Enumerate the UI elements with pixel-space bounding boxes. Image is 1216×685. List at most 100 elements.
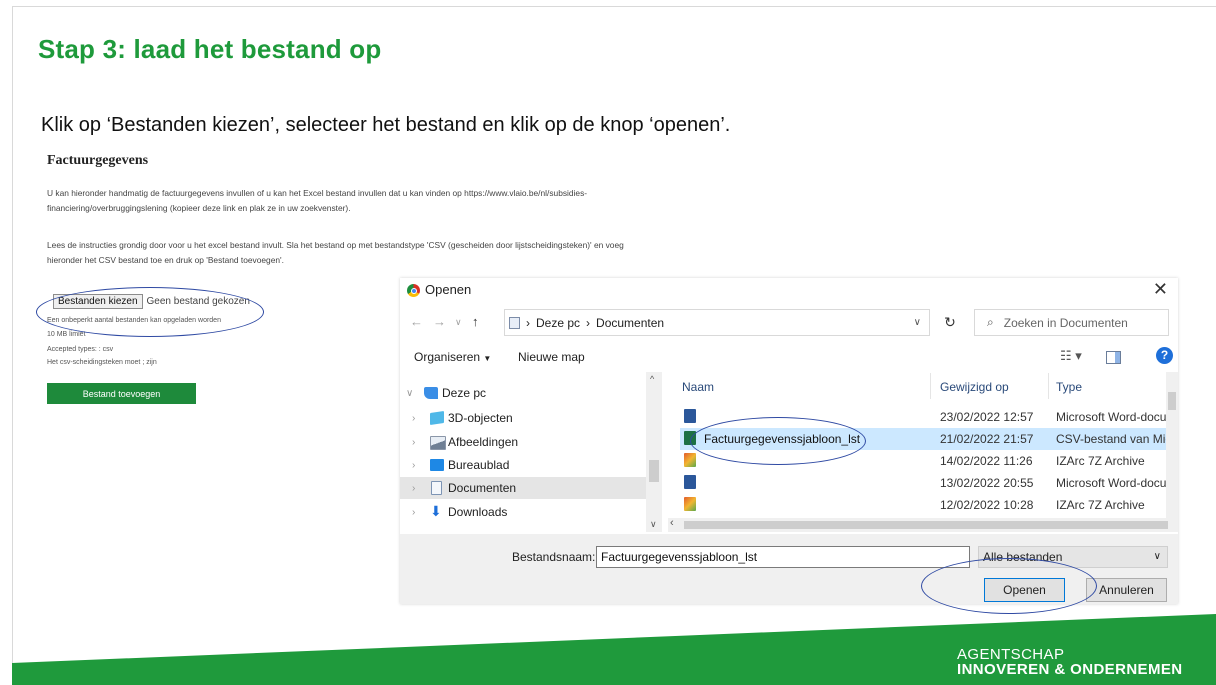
form-heading: Factuurgegevens <box>47 153 149 168</box>
file-row-selected[interactable]: Factuurgegevenssjabloon_lst 21/02/2022 2… <box>680 428 1166 450</box>
tree-label: Documenten <box>448 481 517 495</box>
tree-label: Downloads <box>448 505 508 519</box>
filename-input[interactable]: Factuurgegevenssjabloon_lst <box>596 546 970 568</box>
file-modified: 21/02/2022 21:57 <box>940 432 1034 446</box>
up-arrow-icon[interactable]: ↑ <box>472 314 479 329</box>
upload-note-limit: 10 MB limiet <box>47 331 86 338</box>
brand-line-2: INNOVEREN & ONDERNEMEN <box>957 661 1183 678</box>
choose-files-button[interactable]: Bestanden kiezen <box>53 294 143 309</box>
archive-icon <box>684 453 696 467</box>
pc-icon <box>424 387 438 399</box>
breadcrumb-deze-pc[interactable]: Deze pc <box>536 316 580 330</box>
cancel-button[interactable]: Annuleren <box>1086 578 1167 602</box>
dialog-bottom-bar: Bestandsnaam: Factuurgegevenssjabloon_ls… <box>400 534 1178 604</box>
no-file-chosen-text: Geen bestand gekozen <box>146 296 250 307</box>
address-chevron-down-icon[interactable]: ∨ <box>914 317 921 328</box>
tree-label: Deze pc <box>442 386 487 400</box>
upload-note-types: Accepted types: : csv <box>47 346 114 353</box>
recent-chevron-icon[interactable]: ∨ <box>455 317 462 328</box>
folder-icon <box>509 316 520 329</box>
file-type: CSV-bestand van Microsoft Excel <box>1056 432 1166 446</box>
column-header-name[interactable]: Naam <box>682 380 714 394</box>
horizontal-scrollbar[interactable]: ‹ <box>668 517 1178 532</box>
address-bar[interactable]: › Deze pc › Documenten ∨ <box>504 309 930 336</box>
breadcrumb-documenten[interactable]: Documenten <box>596 316 664 330</box>
file-row[interactable]: 13/02/2022 20:55 Microsoft Word-document <box>680 472 1166 494</box>
documents-icon <box>431 481 442 495</box>
file-type: Microsoft Word-document <box>1056 410 1166 424</box>
column-divider <box>1048 373 1049 399</box>
add-file-button[interactable]: Bestand toevoegen <box>47 383 196 404</box>
file-name: Factuurgegevenssjabloon_lst <box>704 432 861 446</box>
chrome-icon <box>407 284 420 297</box>
close-icon[interactable]: ✕ <box>1153 279 1168 300</box>
file-modified: 13/02/2022 20:55 <box>940 476 1034 490</box>
forward-arrow-icon[interactable]: → <box>433 314 446 329</box>
horizontal-scroll-thumb[interactable] <box>684 521 1168 529</box>
scroll-down-icon[interactable]: ∨ <box>650 519 657 530</box>
back-arrow-icon[interactable]: ← <box>410 314 423 329</box>
collapse-chevron-icon[interactable]: › <box>412 437 415 448</box>
column-header-modified[interactable]: Gewijzigd op <box>940 380 1009 394</box>
search-icon: ⌕ <box>987 315 994 329</box>
scroll-up-icon[interactable]: ^ <box>650 374 654 384</box>
help-icon[interactable]: ? <box>1156 347 1173 364</box>
tree-item-documenten[interactable]: › Documenten <box>400 477 646 499</box>
column-divider <box>930 373 931 399</box>
open-button[interactable]: Openen <box>984 578 1065 602</box>
organize-menu[interactable]: Organiseren ▼ <box>414 350 491 364</box>
scroll-left-icon[interactable]: ‹ <box>670 517 674 529</box>
form-paragraph-2: Lees de instructies grondig door voor u … <box>47 238 847 268</box>
file-row[interactable]: 23/02/2022 12:57 Microsoft Word-document <box>680 406 1166 428</box>
search-input[interactable]: ⌕ Zoeken in Documenten <box>974 309 1169 336</box>
navigation-scroll-thumb[interactable] <box>649 460 659 482</box>
caret-down-icon: ▼ <box>483 354 492 363</box>
upload-note-separator: Het csv-scheidingsteken moet ; zijn <box>47 359 157 366</box>
tree-label: Bureaublad <box>448 458 510 472</box>
navigation-pane: ∨ Deze pc › 3D-objecten › Afbeeldingen ›… <box>400 372 664 532</box>
tree-item-3d-objecten[interactable]: › 3D-objecten <box>400 407 646 429</box>
collapse-chevron-icon[interactable]: › <box>412 460 415 471</box>
tree-label: 3D-objecten <box>448 411 513 425</box>
file-modified: 12/02/2022 10:28 <box>940 498 1034 512</box>
filetype-value: Alle bestanden <box>983 550 1063 564</box>
word-icon <box>684 475 696 489</box>
filetype-select[interactable]: Alle bestanden ∨ <box>978 546 1168 568</box>
slide-instruction: Klik op ‘Bestanden kiezen’, selecteer he… <box>41 114 731 136</box>
form-paragraph-1-line-1: U kan hieronder handmatig de factuurgege… <box>47 188 588 198</box>
form-paragraph-1: U kan hieronder handmatig de factuurgege… <box>47 186 847 216</box>
cube-icon <box>430 411 444 425</box>
download-icon: ⬇ <box>430 503 442 519</box>
tree-item-deze-pc[interactable]: ∨ Deze pc <box>400 382 646 404</box>
file-row[interactable]: 14/02/2022 11:26 IZArc 7Z Archive <box>680 450 1166 472</box>
archive-icon <box>684 497 696 511</box>
file-list-scrollbar[interactable] <box>1166 372 1178 518</box>
column-header-type[interactable]: Type <box>1056 380 1082 394</box>
dialog-title: Openen <box>425 282 472 297</box>
refresh-icon[interactable]: ↻ <box>936 309 964 336</box>
form-paragraph-1-line-2: financiering/overbruggingslening (kopiee… <box>47 203 351 213</box>
tree-item-afbeeldingen[interactable]: › Afbeeldingen <box>400 431 646 453</box>
file-type: Microsoft Word-document <box>1056 476 1166 490</box>
file-list: Naam Gewijzigd op Type 23/02/2022 12:57 … <box>668 372 1178 532</box>
address-row: ← → ∨ ↑ › Deze pc › Documenten ∨ ↻ ⌕ Zoe… <box>400 308 1178 338</box>
tree-item-bureaublad[interactable]: › Bureaublad <box>400 454 646 476</box>
form-paragraph-2-line-1: Lees de instructies grondig door voor u … <box>47 240 624 250</box>
tree-label: Afbeeldingen <box>448 435 519 449</box>
file-list-scroll-thumb[interactable] <box>1168 392 1176 410</box>
file-row[interactable]: 12/02/2022 10:28 IZArc 7Z Archive <box>680 494 1166 516</box>
filename-label: Bestandsnaam: <box>512 550 596 564</box>
open-file-dialog: Openen ✕ ← → ∨ ↑ › Deze pc › Documenten … <box>400 278 1178 604</box>
view-options-icon[interactable]: ☷ ▾ <box>1060 348 1082 364</box>
organize-label: Organiseren <box>414 350 481 364</box>
file-modified: 14/02/2022 11:26 <box>940 454 1033 468</box>
collapse-chevron-icon[interactable]: › <box>412 507 415 518</box>
desktop-icon <box>430 459 444 471</box>
new-folder-button[interactable]: Nieuwe map <box>518 350 585 364</box>
preview-pane-icon[interactable] <box>1106 351 1121 364</box>
collapse-chevron-icon[interactable]: › <box>412 483 415 494</box>
collapse-chevron-icon[interactable]: › <box>412 413 415 424</box>
navigation-scrollbar[interactable]: ^ ∨ <box>646 372 662 532</box>
tree-item-downloads[interactable]: › ⬇ Downloads <box>400 501 646 523</box>
expand-chevron-icon[interactable]: ∨ <box>406 388 413 399</box>
